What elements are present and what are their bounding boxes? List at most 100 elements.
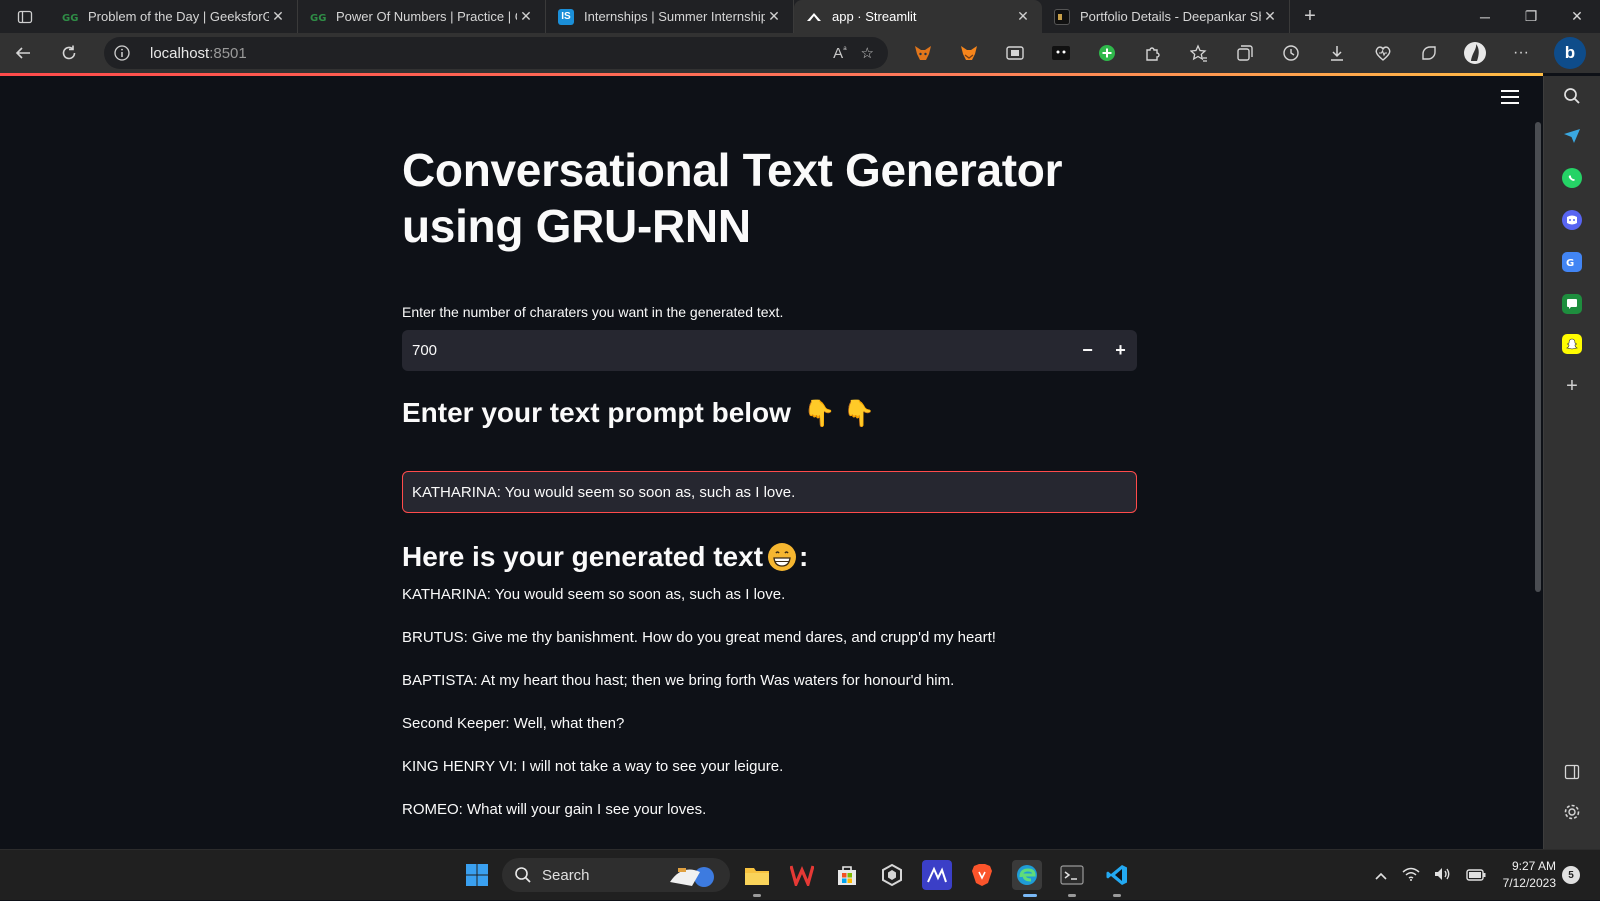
pointing-down-emoji: 👇 👇 [802,397,875,428]
metamask-fox-icon[interactable] [900,33,946,73]
running-app-indicator [753,894,761,897]
add-sidebar-app-icon[interactable]: + [1562,375,1582,397]
more-options-icon[interactable]: ··· [1498,33,1544,73]
taskbar-clock[interactable]: 9:27 AM 7/12/2023 [1488,858,1556,892]
tab-close-icon[interactable]: ✕ [517,8,535,25]
browser-essentials-icon[interactable] [1360,33,1406,73]
svg-text:GG: GG [62,13,78,22]
app-viewport: Conversational Text Generator using GRU-… [0,76,1543,849]
prompt-heading: Enter your text prompt below 👇 👇 [402,397,1137,429]
browser-tab-active[interactable]: app · Streamlit ✕ [794,0,1042,33]
new-tab-button[interactable]: + [1290,5,1330,28]
chars-count-stepper: 700 − + [402,330,1137,371]
browser-tab[interactable]: IS Internships | Summer Internship ✕ [546,0,794,33]
generated-heading-colon: : [799,541,809,572]
battery-charging-icon[interactable] [1466,868,1486,884]
discord-icon[interactable] [1562,210,1582,230]
tab-actions-menu-button[interactable] [0,0,50,33]
browser-tab-strip: GG Problem of the Day | GeeksforGe ✕ GG … [0,0,1600,33]
chars-count-input[interactable]: 700 [402,342,1071,359]
main-menu-icon[interactable] [1501,90,1519,104]
minimize-icon[interactable]: ─ [1462,0,1508,33]
prompt-input-value: KATHARINA: You would seem so soon as, su… [412,483,796,501]
sidebar-settings-gear-icon[interactable] [1562,802,1582,822]
notification-count-badge[interactable]: 5 [1562,866,1580,884]
favorites-icon[interactable] [1176,33,1222,73]
search-icon[interactable] [1562,86,1582,106]
system-tray [1374,850,1486,901]
snapchat-icon[interactable] [1562,334,1582,354]
send-plane-icon[interactable] [1562,126,1582,146]
streamlit-icon [806,9,822,25]
copilot-share-icon[interactable] [1406,33,1452,73]
running-app-indicator [1113,894,1121,897]
gfg-icon: GG [62,9,78,25]
favorite-star-icon[interactable]: ☆ [861,44,874,62]
tab-close-icon[interactable]: ✕ [765,8,783,25]
refresh-button[interactable] [46,33,92,73]
file-explorer-icon[interactable] [742,860,772,890]
refresh-icon [62,45,76,60]
decrement-button[interactable]: − [1071,330,1104,371]
restore-icon[interactable]: ❐ [1508,0,1554,33]
browser-tab[interactable]: GG Problem of the Day | GeeksforGe ✕ [50,0,298,33]
dark-reader-icon[interactable] [1038,33,1084,73]
unity-hub-icon[interactable] [877,860,907,890]
microsoft-store-icon[interactable] [832,860,862,890]
browser-toolbar: localhost:8501 Aᵃ ☆ ··· b [0,33,1600,73]
close-window-icon[interactable]: ✕ [1554,0,1600,33]
tab-close-icon[interactable]: ✕ [1014,8,1032,25]
tab-actions-icon [17,10,33,23]
page-scrollbar[interactable] [1535,122,1541,592]
browser-tab[interactable]: Portfolio Details - Deepankar Sha ✕ [1042,0,1290,33]
site-info-icon[interactable] [104,45,140,61]
windows-start-icon[interactable] [462,860,492,890]
prompt-input[interactable]: KATHARINA: You would seem so soon as, su… [402,471,1137,513]
bing-copilot-icon[interactable]: b [1554,37,1586,69]
wps-office-icon[interactable] [787,860,817,890]
portfolio-icon [1054,8,1070,25]
read-aloud-icon[interactable]: Aᵃ [833,44,846,62]
metamask-fox-icon[interactable] [946,33,992,73]
terminal-icon[interactable] [1057,860,1087,890]
sketch-app-icon[interactable] [922,860,952,890]
generated-line: ROMEO: What will your gain I see your lo… [402,801,707,818]
profile-avatar[interactable] [1452,33,1498,73]
address-bar[interactable]: localhost:8501 Aᵃ ☆ [104,37,888,69]
picture-in-picture-icon[interactable] [992,33,1038,73]
google-translate-icon[interactable]: G [1562,252,1582,272]
tab-title: Power Of Numbers | Practice | Ge [336,9,517,24]
generated-heading-text: Here is your generated text [402,541,764,572]
internshala-icon: IS [558,8,574,25]
back-button[interactable] [0,33,46,73]
extensions-puzzle-icon[interactable] [1130,33,1176,73]
add-extension-icon[interactable] [1084,33,1130,73]
google-chat-icon[interactable] [1562,294,1582,314]
windows-taskbar: Search 9:27 AM 7/12/2023 5 [0,849,1600,900]
increment-button[interactable]: + [1104,330,1137,371]
search-highlight-art-icon [670,867,714,887]
clock-date: 7/12/2023 [1502,876,1556,890]
show-hidden-icons-chevron-icon[interactable] [1374,868,1388,884]
page-title: Conversational Text Generator using GRU-… [402,144,1063,252]
volume-icon[interactable] [1434,867,1452,884]
hide-sidebar-icon[interactable] [1562,762,1582,782]
vscode-icon[interactable] [1102,860,1132,890]
whatsapp-icon[interactable] [1562,168,1582,188]
generated-heading: Here is your generated text : [402,541,1137,573]
browser-tab[interactable]: GG Power Of Numbers | Practice | Ge ✕ [298,0,546,33]
generated-line: Second Keeper: Well, what then? [402,715,625,732]
edge-browser-icon[interactable] [1012,860,1042,890]
tab-close-icon[interactable]: ✕ [1261,8,1279,25]
collections-icon[interactable] [1222,33,1268,73]
taskbar-search-label: Search [542,866,590,884]
downloads-icon[interactable] [1314,33,1360,73]
grinning-face-icon [768,543,797,571]
brave-browser-icon[interactable] [967,860,997,890]
history-icon[interactable] [1268,33,1314,73]
window-controls: ─ ❐ ✕ [1462,0,1600,33]
tab-close-icon[interactable]: ✕ [269,8,287,25]
edge-sidebar: G + [1543,76,1600,849]
taskbar-search-box[interactable]: Search [502,858,730,892]
wifi-icon[interactable] [1402,867,1420,884]
